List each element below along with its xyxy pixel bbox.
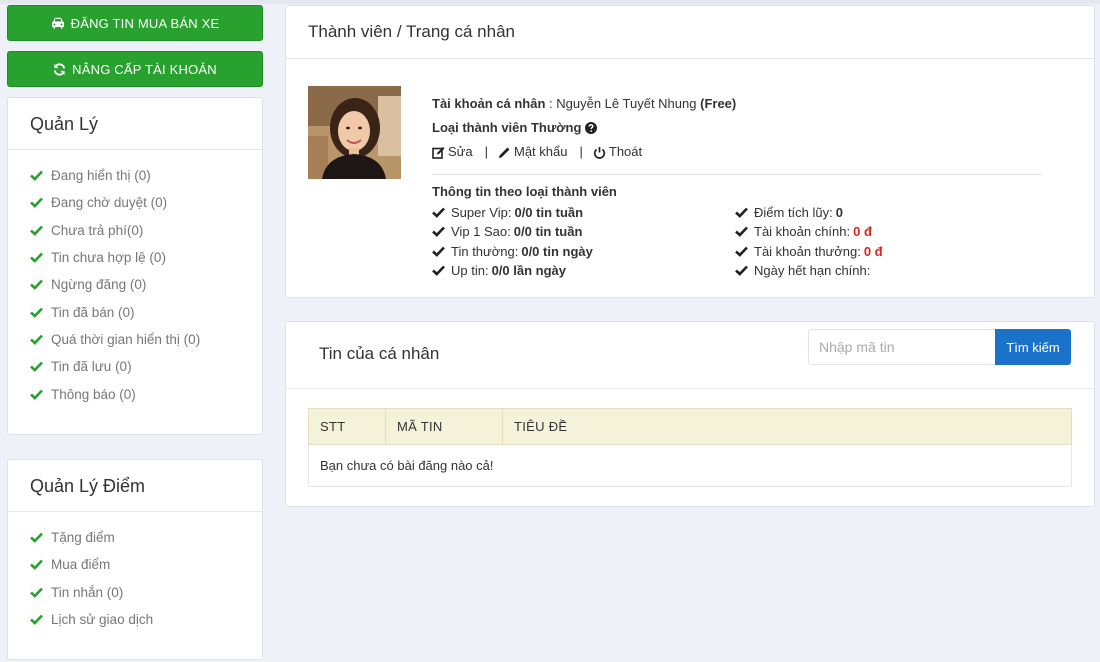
- check-icon: [735, 207, 748, 218]
- check-icon: [30, 170, 43, 181]
- top-strip: [0, 0, 1100, 4]
- account-line: Tài khoản cá nhân : Nguyễn Lê Tuyết Nhun…: [432, 96, 737, 111]
- account-plan: (Free): [700, 96, 737, 111]
- posts-title: Tin của cá nhân: [319, 344, 440, 363]
- check-icon: [432, 207, 445, 218]
- manage-item-expired[interactable]: Quá thời gian hiển thị (0): [30, 326, 262, 353]
- stat-vip-1-star: Vip 1 Sao: 0/0 tin tuần: [432, 222, 593, 241]
- check-icon: [30, 614, 43, 625]
- member-stats-left: Super Vip: 0/0 tin tuần Vip 1 Sao: 0/0 tin…: [432, 203, 593, 280]
- avatar: [308, 86, 401, 179]
- check-icon: [30, 559, 43, 571]
- check-icon: [30, 197, 43, 209]
- points-item-messages[interactable]: Tin nhắn (0): [30, 579, 262, 606]
- account-name: Nguyễn Lê Tuyết Nhung: [556, 96, 697, 111]
- post-listing-button[interactable]: ĐĂNG TIN MUA BÁN XE: [7, 5, 263, 41]
- help-icon[interactable]: [585, 122, 598, 134]
- manage-item-displaying[interactable]: Đang hiển thị (0): [30, 162, 262, 189]
- manage-panel: Quản Lý Đang hiển thị (0) Đang chờ duyệt…: [7, 97, 263, 435]
- stat-points: Điểm tích lũy: 0: [735, 203, 883, 222]
- stat-main-account: Tài khoản chính: 0 đ: [735, 222, 883, 241]
- posts-table: STT MÃ TIN TIÊU ĐỀ Bạn chưa có bài đăng …: [308, 408, 1072, 487]
- check-icon: [735, 265, 748, 276]
- member-stats: Super Vip: 0/0 tin tuần Vip 1 Sao: 0/0 tin…: [432, 203, 1042, 283]
- check-icon: [30, 225, 43, 236]
- profile-actions: Sửa | Mật khẩu | Thoát: [432, 140, 1042, 164]
- manage-list: Đang hiển thị (0) Đang chờ duyệt (0) Chư…: [8, 150, 262, 422]
- manage-panel-title: Quản Lý: [8, 98, 262, 150]
- check-icon: [30, 334, 43, 345]
- member-stats-right: Điểm tích lũy: 0 Tài khoản chính: 0 đ Tài …: [735, 203, 883, 280]
- post-listing-label: ĐĂNG TIN MUA BÁN XE: [70, 15, 220, 31]
- check-icon: [432, 246, 445, 257]
- column-header-title[interactable]: TIÊU ĐỀ: [502, 408, 1072, 445]
- sidebar: ĐĂNG TIN MUA BÁN XE NÂNG CẤP TÀI KHOẢN Q…: [7, 5, 263, 660]
- manage-item-stopped[interactable]: Ngừng đăng (0): [30, 271, 262, 298]
- check-icon: [30, 279, 43, 291]
- action-separator: |: [484, 144, 488, 159]
- stat-super-vip: Super Vip: 0/0 tin tuần: [432, 203, 593, 222]
- stat-bonus-account: Tài khoản thưởng: 0 đ: [735, 242, 883, 261]
- points-item-history[interactable]: Lịch sử giao dịch: [30, 606, 262, 633]
- points-panel-title: Quản Lý Điểm: [8, 460, 262, 512]
- logout-link[interactable]: Thoát: [593, 140, 642, 164]
- manage-item-saved[interactable]: Tin đã lưu (0): [30, 353, 262, 380]
- edit-link[interactable]: Sửa: [432, 140, 473, 164]
- column-header-stt[interactable]: STT: [308, 408, 386, 445]
- manage-item-unpaid[interactable]: Chưa trả phí(0): [30, 217, 262, 244]
- profile-divider: [432, 174, 1042, 175]
- points-item-gift[interactable]: Tặng điểm: [30, 524, 262, 551]
- manage-item-sold[interactable]: Tin đã bán (0): [30, 298, 262, 325]
- check-icon: [30, 307, 43, 318]
- stat-expiry-date: Ngày hết hạn chính:: [735, 261, 883, 280]
- check-icon: [30, 389, 43, 400]
- check-icon: [735, 226, 748, 238]
- table-row: Bạn chưa có bài đăng nào cả!: [308, 444, 1072, 487]
- search-button[interactable]: Tìm kiếm: [995, 329, 1071, 365]
- posts-header: Tin của cá nhân Tìm kiếm: [286, 322, 1094, 389]
- empty-message: Bạn chưa có bài đăng nào cả!: [308, 444, 1072, 487]
- points-list: Tặng điểm Mua điểm Tin nhắn (0) Lịch sử …: [8, 512, 262, 647]
- column-header-post-code[interactable]: MÃ TIN: [385, 408, 503, 445]
- account-label: Tài khoản cá nhân: [432, 96, 546, 111]
- check-icon: [30, 361, 43, 373]
- member-type-value: Thường: [530, 120, 582, 135]
- stat-up-post: Up tin: 0/0 lần ngày: [432, 261, 593, 280]
- password-link[interactable]: Mật khẩu: [498, 140, 567, 164]
- check-icon: [30, 252, 43, 263]
- member-type-line: Loại thành viên Thường: [432, 116, 1042, 140]
- upgrade-account-button[interactable]: NÂNG CẤP TÀI KHOẢN: [7, 51, 263, 87]
- power-icon: [593, 146, 605, 159]
- profile-info: Tài khoản cá nhân : Nguyễn Lê Tuyết Nhun…: [432, 92, 1042, 283]
- table-header-row: STT MÃ TIN TIÊU ĐỀ: [308, 408, 1072, 445]
- manage-item-invalid[interactable]: Tin chưa hợp lệ (0): [30, 244, 262, 271]
- check-icon: [30, 532, 43, 543]
- edit-icon: [432, 146, 445, 159]
- posts-card: Tin của cá nhân Tìm kiếm STT MÃ TIN TIÊU…: [285, 321, 1095, 507]
- action-separator: |: [579, 144, 583, 159]
- check-icon: [30, 587, 43, 598]
- car-icon: [51, 17, 65, 29]
- manage-item-pending[interactable]: Đang chờ duyệt (0): [30, 189, 262, 216]
- pencil-icon: [499, 147, 510, 158]
- check-icon: [432, 265, 445, 276]
- member-info-title: Thông tin theo loại thành viên: [432, 184, 617, 199]
- breadcrumb: Thành viên / Trang cá nhân: [286, 6, 1094, 59]
- points-panel: Quản Lý Điểm Tặng điểm Mua điểm Tin nhắn…: [7, 459, 263, 660]
- check-icon: [735, 246, 748, 257]
- post-code-search-input[interactable]: [808, 329, 995, 365]
- stat-normal-post: Tin thường: 0/0 tin ngày: [432, 242, 593, 261]
- points-item-buy[interactable]: Mua điểm: [30, 551, 262, 578]
- profile-card: Thành viên / Trang cá nhân Tài khoản cá …: [285, 5, 1095, 298]
- upgrade-account-label: NÂNG CẤP TÀI KHOẢN: [72, 61, 217, 77]
- refresh-icon: [53, 62, 66, 76]
- member-type-label: Loại thành viên: [432, 120, 528, 135]
- manage-item-notifications[interactable]: Thông báo (0): [30, 380, 262, 407]
- check-icon: [432, 226, 445, 238]
